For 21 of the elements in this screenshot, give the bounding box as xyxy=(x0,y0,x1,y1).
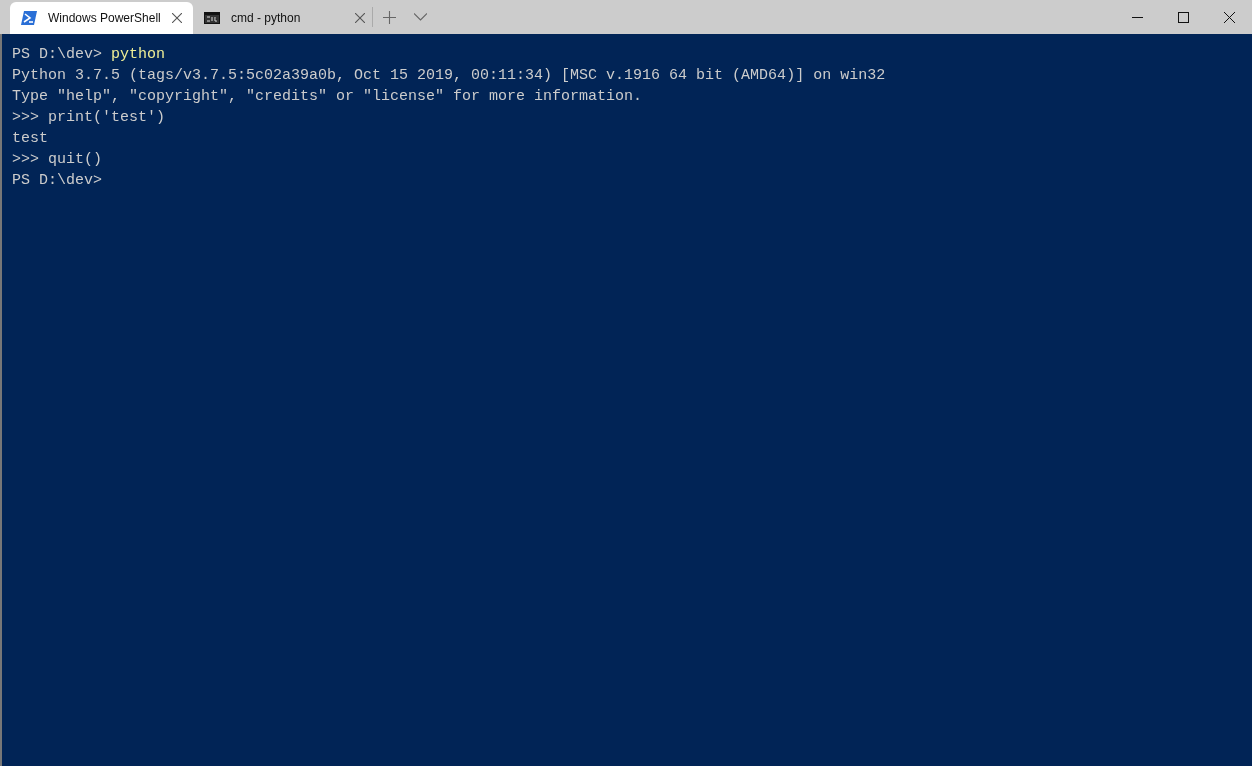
close-icon[interactable] xyxy=(1223,11,1235,23)
powershell-icon xyxy=(21,11,37,25)
close-tab-icon[interactable] xyxy=(355,13,365,23)
new-tab-icon[interactable] xyxy=(383,10,396,24)
tab[interactable]: Windows PowerShell xyxy=(10,2,193,34)
prompt: >>> xyxy=(12,151,39,168)
minimize-icon[interactable] xyxy=(1131,16,1143,18)
command: python xyxy=(111,46,166,63)
prompt: PS D:\dev> xyxy=(12,172,102,189)
output-line: Type "help", "copyright", "credits" or "license" for more information. xyxy=(12,88,643,105)
output-line: test xyxy=(12,130,48,147)
command: print('test') xyxy=(48,109,166,126)
close-tab-icon[interactable] xyxy=(172,13,182,23)
maximize-icon[interactable] xyxy=(1177,11,1189,23)
terminal-icon xyxy=(204,12,220,24)
prompt: >>> xyxy=(12,109,39,126)
output-line: Python 3.7.5 (tags/v3.7.5:5c02a39a0b, Oct 15 2019, 00:11:34) [MSC v.1916 64 bit (AMD64)] on win32 xyxy=(12,67,886,84)
tab[interactable]: cmd - python xyxy=(193,2,376,34)
prompt: PS D:\dev> xyxy=(12,46,102,63)
command: quit() xyxy=(48,151,103,168)
dropdown-icon[interactable] xyxy=(414,13,427,21)
